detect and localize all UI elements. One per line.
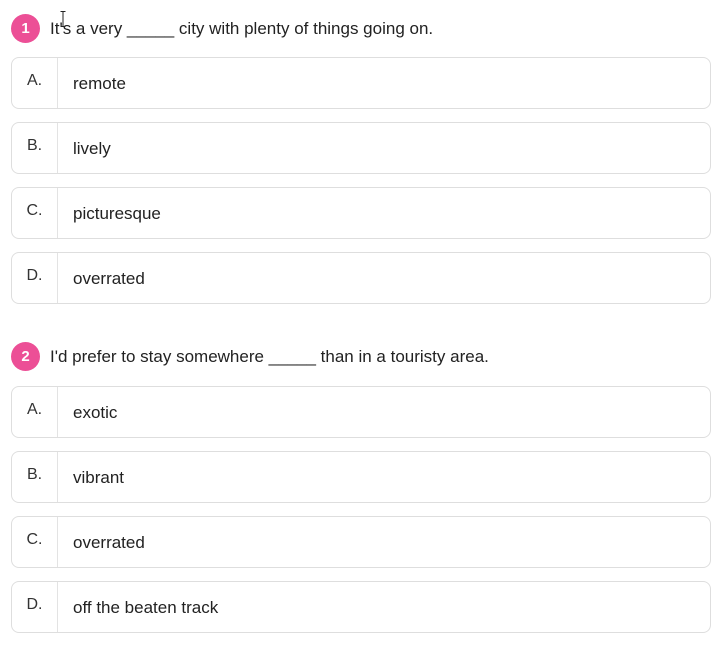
option-1-b[interactable]: B. lively: [11, 122, 711, 174]
option-letter: A.: [12, 387, 58, 437]
option-1-c[interactable]: C. picturesque: [11, 187, 711, 239]
option-2-a[interactable]: A. exotic: [11, 386, 711, 438]
option-letter: D.: [12, 253, 58, 303]
question-1: 1 It's a very _____ city with plenty of …: [0, 14, 724, 44]
option-text: exotic: [73, 403, 118, 422]
question-number-badge: 2: [11, 342, 40, 371]
question-text: I'd prefer to stay somewhere _____ than …: [50, 347, 489, 366]
option-letter: C.: [12, 188, 58, 238]
option-2-d[interactable]: D. off the beaten track: [11, 581, 711, 633]
option-text: overrated: [73, 269, 145, 288]
question-header: 1 It's a very _____ city with plenty of …: [0, 14, 724, 44]
option-letter: B.: [12, 452, 58, 502]
option-letter: A.: [12, 58, 58, 108]
option-1-d[interactable]: D. overrated: [11, 252, 711, 304]
question-2: 2 I'd prefer to stay somewhere _____ tha…: [0, 342, 724, 372]
option-letter: B.: [12, 123, 58, 173]
option-2-c[interactable]: C. overrated: [11, 516, 711, 568]
question-text: It's a very _____ city with plenty of th…: [50, 19, 434, 38]
option-text: overrated: [73, 533, 145, 552]
option-text: remote: [73, 74, 126, 93]
question-number-badge: 1: [11, 14, 40, 43]
question-header: 2 I'd prefer to stay somewhere _____ tha…: [0, 342, 724, 372]
option-1-a[interactable]: A. remote: [11, 57, 711, 109]
option-text: vibrant: [73, 468, 125, 487]
text-cursor-icon: [60, 11, 66, 27]
option-letter: C.: [12, 517, 58, 567]
option-letter: D.: [12, 582, 58, 632]
option-text: lively: [73, 139, 111, 158]
option-2-b[interactable]: B. vibrant: [11, 451, 711, 503]
option-text: off the beaten track: [73, 598, 219, 617]
option-text: picturesque: [73, 204, 161, 223]
